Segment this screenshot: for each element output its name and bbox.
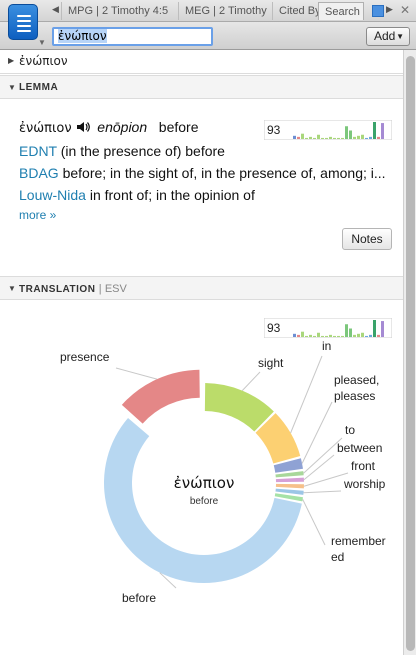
scrollbar[interactable]	[403, 50, 416, 655]
donut-label-before[interactable]: before	[122, 591, 156, 605]
donut-center-sublabel: before	[190, 496, 219, 507]
donut-leader-line	[241, 371, 261, 391]
donut-leader-line	[303, 472, 349, 487]
donut-label-pleased-pleases[interactable]: pleased, pleases	[334, 373, 379, 403]
tab-search[interactable]: Search	[318, 2, 364, 20]
tab-scroll-right-icon[interactable]: ▶	[386, 4, 393, 15]
donut-label-front[interactable]: front	[351, 459, 376, 473]
donut-label-remembered[interactable]: remember ed	[331, 534, 386, 564]
donut-label-in[interactable]: in	[322, 339, 331, 353]
app-menu-button[interactable]	[8, 4, 38, 40]
content-pane: ▶ ἐνώπιον ▼ LEMMA ἐνώπιον enōpion before…	[0, 50, 403, 655]
donut-label-presence[interactable]: presence	[60, 350, 110, 364]
add-button[interactable]: Add ▼	[366, 27, 410, 46]
tab-mpg[interactable]: MPG | 2 Timothy 4:5	[61, 2, 175, 20]
donut-leader-line	[301, 401, 333, 464]
donut-leader-line	[115, 367, 158, 380]
tab-cited-by[interactable]: Cited By	[272, 2, 318, 20]
donut-leader-line	[290, 355, 323, 434]
donut-label-sight[interactable]: sight	[258, 356, 284, 370]
menu-icon	[17, 15, 31, 35]
chevron-down-icon: ▼	[396, 32, 404, 41]
panel-icon[interactable]	[372, 5, 384, 17]
tab-scroll-left-icon[interactable]: ◀	[52, 4, 59, 15]
donut-leader-line	[303, 490, 342, 494]
search-input[interactable]: ἐνώπιον	[52, 27, 213, 46]
donut-label-between[interactable]: between	[337, 441, 382, 455]
donut-center-label: ἐνώπιον	[174, 474, 235, 492]
toolbar: ἐνώπιον Add ▼	[0, 22, 416, 50]
donut-label-to[interactable]: to	[345, 423, 355, 437]
tab-meg[interactable]: MEG | 2 Timothy 4:5	[178, 2, 270, 20]
tab-bar: ◀ MPG | 2 Timothy 4:5 MEG | 2 Timothy 4:…	[0, 0, 416, 22]
donut-label-worship[interactable]: worship	[343, 477, 386, 491]
donut-slice-front[interactable]	[275, 483, 304, 489]
search-input-value: ἐνώπιον	[58, 29, 107, 43]
donut-slice-presence[interactable]	[121, 369, 200, 424]
add-button-label: Add	[374, 29, 396, 43]
translation-donut-chart[interactable]: ἐνώπιον before before presence sight in please…	[0, 50, 403, 655]
chevron-down-icon[interactable]: ▼	[38, 38, 46, 47]
scroll-thumb[interactable]	[406, 56, 415, 651]
donut-slice-between[interactable]	[275, 477, 304, 483]
donut-slice-sight[interactable]	[204, 383, 274, 432]
close-icon[interactable]: ✕	[400, 3, 410, 17]
donut-leader-line	[302, 499, 326, 546]
